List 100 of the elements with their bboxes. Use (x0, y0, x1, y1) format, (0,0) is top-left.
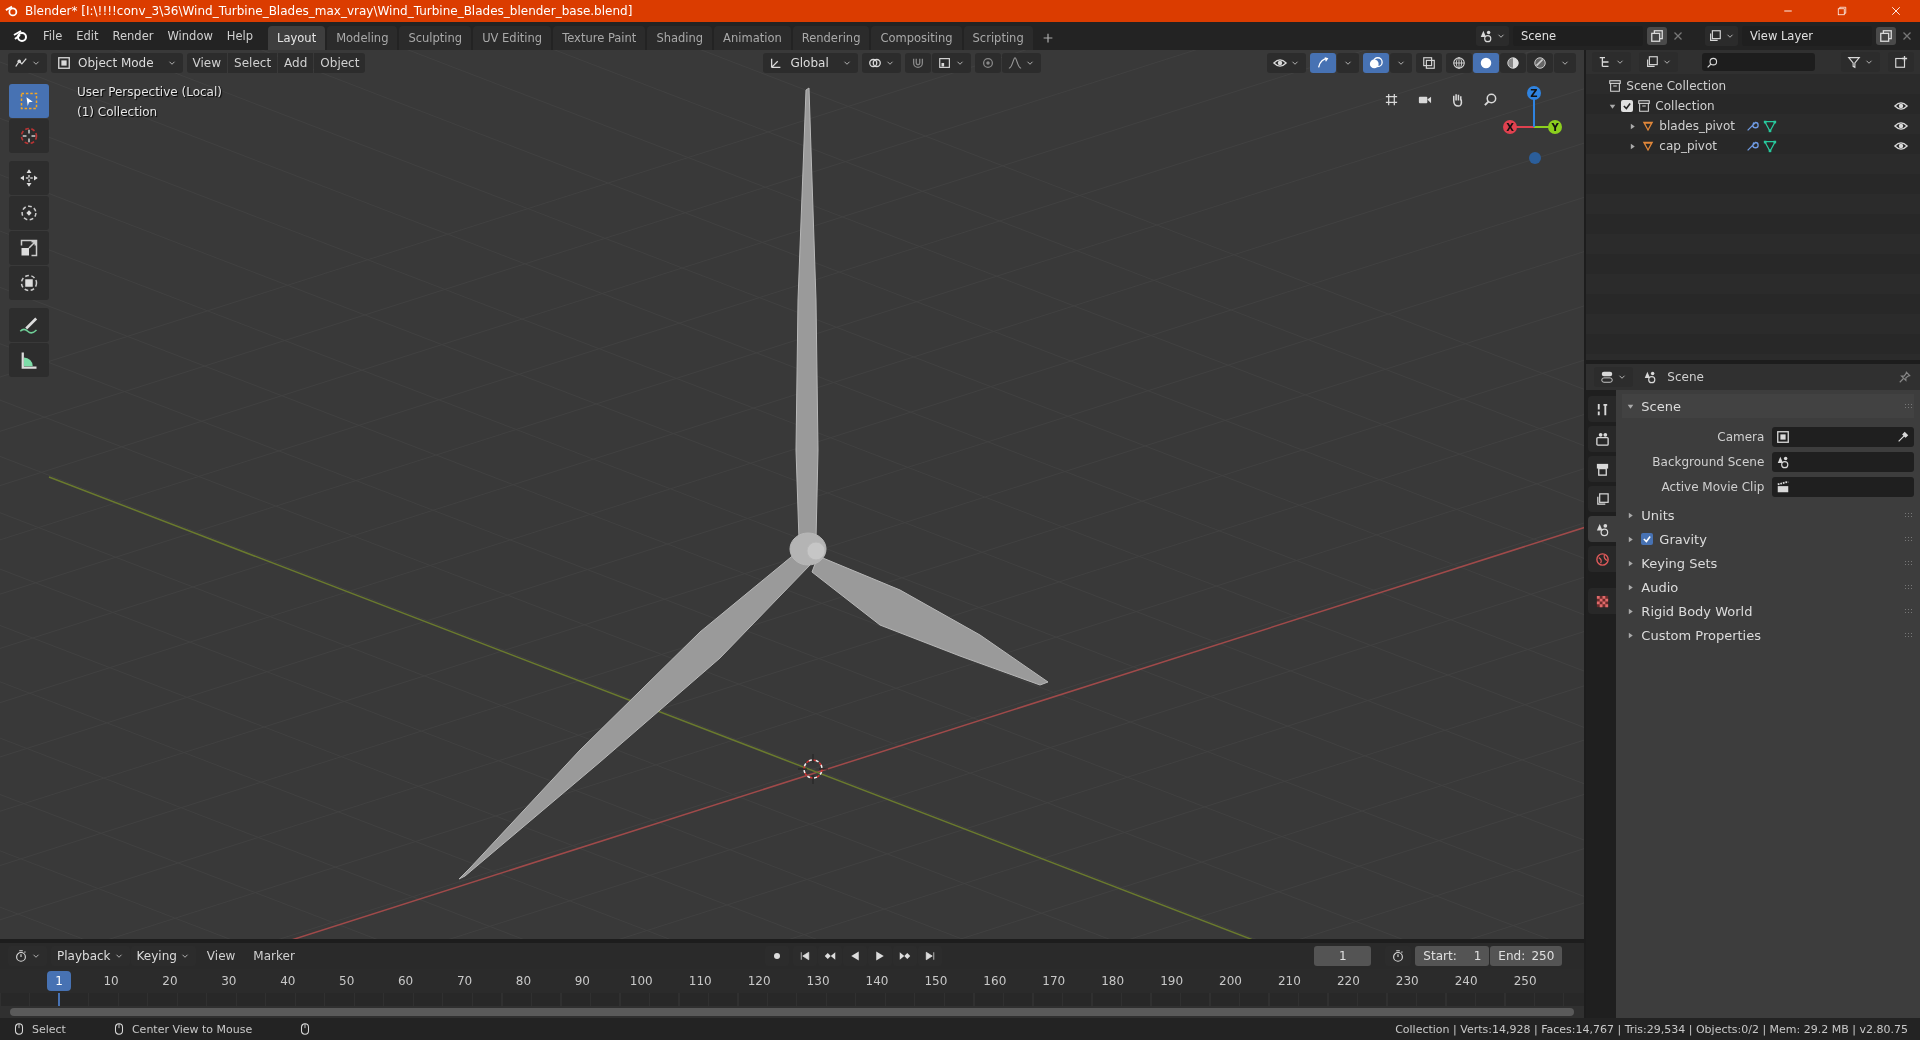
menu-item[interactable]: Object (314, 53, 366, 73)
search-field[interactable] (1702, 53, 1816, 71)
new-view-layer-button[interactable] (1876, 27, 1896, 45)
expand-arrow-icon[interactable] (1626, 534, 1636, 544)
negative-z-axis-handle[interactable] (1529, 152, 1541, 164)
visibility-dropdown[interactable] (1267, 53, 1307, 73)
start-frame-field[interactable]: Start: 1 (1415, 946, 1490, 966)
menu-item[interactable]: File (36, 26, 70, 46)
tool-button[interactable] (9, 196, 49, 230)
workspace-tab[interactable]: UV Editing (473, 26, 552, 50)
properties-tab[interactable] (1588, 426, 1617, 452)
current-frame-field[interactable]: 1 (1314, 946, 1372, 966)
orientation-dropdown[interactable]: Global (763, 53, 858, 73)
eye-icon[interactable] (1894, 99, 1908, 113)
expand-arrow-icon[interactable] (1626, 606, 1636, 616)
expand-arrow-icon[interactable] (1626, 582, 1636, 592)
menu-item[interactable]: Select (228, 53, 278, 73)
expand-arrow-icon[interactable] (1626, 510, 1636, 520)
shading-button[interactable] (1500, 53, 1527, 73)
scene-browse-button[interactable] (1476, 26, 1509, 46)
mesh-icon[interactable] (1763, 119, 1778, 133)
menu-item[interactable]: View (186, 53, 228, 73)
current-frame-marker[interactable]: 1 (47, 971, 71, 991)
workspace-tab[interactable]: Modeling (327, 26, 398, 50)
display-mode-dropdown[interactable] (1639, 52, 1679, 72)
tool-button[interactable] (9, 308, 49, 342)
menu-item[interactable]: Edit (69, 26, 106, 46)
tool-button[interactable] (9, 343, 49, 377)
workspace-tab[interactable]: Layout (268, 26, 326, 50)
camera-field[interactable] (1772, 426, 1914, 447)
workspace-tab[interactable]: Rendering (792, 26, 870, 50)
filter-dropdown[interactable] (1841, 52, 1880, 72)
workspace-tab[interactable]: Scripting (963, 26, 1033, 50)
clip-field[interactable] (1772, 476, 1914, 497)
x-axis-handle[interactable]: X (1503, 120, 1535, 134)
workspace-tab[interactable]: Shading (647, 26, 713, 50)
outliner-item[interactable]: Scene Collection (1626, 79, 1727, 93)
editor-type-button[interactable] (1594, 367, 1634, 387)
tool-button[interactable] (9, 231, 49, 265)
pivot-dropdown[interactable] (861, 53, 901, 73)
menu-item[interactable]: Add (278, 53, 314, 73)
panel-header[interactable]: Rigid Body World (1622, 599, 1914, 623)
panel-header[interactable]: Gravity (1622, 527, 1914, 551)
new-scene-button[interactable] (1647, 27, 1667, 45)
outliner-item[interactable]: Collection (1655, 99, 1715, 113)
editor-type-button[interactable] (8, 53, 47, 73)
workspace-tab[interactable]: Animation (714, 26, 791, 50)
properties-tab[interactable] (1588, 396, 1617, 422)
pin-icon[interactable] (1898, 370, 1912, 384)
expand-arrow-icon[interactable] (1626, 558, 1636, 568)
snap-target-dropdown[interactable] (931, 53, 971, 73)
tool-button[interactable] (9, 161, 49, 195)
timeline-scrollbar[interactable] (10, 1008, 1575, 1016)
panel-header[interactable]: Audio (1622, 575, 1914, 599)
panel-header[interactable]: Keying Sets (1622, 551, 1914, 575)
scene-field[interactable]: Scene (1513, 26, 1643, 46)
eye-icon[interactable] (1894, 139, 1908, 153)
falloff-dropdown[interactable] (1001, 53, 1041, 73)
scene-field[interactable] (1772, 451, 1914, 472)
menu-item[interactable]: Help (219, 26, 261, 46)
3d-viewport[interactable]: Object Mode View Select Add Object Global User Perspective (Local) (1) Collection X Y Z (0, 50, 1585, 939)
properties-tab[interactable] (1588, 486, 1617, 512)
workspace-tab[interactable]: Sculpting (399, 26, 472, 50)
shading-button[interactable] (1527, 53, 1554, 73)
menu-item[interactable]: Render (105, 26, 161, 46)
y-axis-handle[interactable]: Y (1533, 120, 1562, 134)
menu-item[interactable]: Window (160, 26, 220, 46)
xray-toggle[interactable] (1416, 53, 1443, 73)
editor-type-button[interactable] (1592, 52, 1632, 72)
view-layer-field[interactable]: View Layer (1742, 26, 1872, 46)
outliner-item[interactable]: blades_pivot (1659, 119, 1742, 133)
workspace-tab[interactable]: Texture Paint (553, 26, 646, 50)
overlay-toggle[interactable] (1363, 53, 1390, 73)
view-layer-browse-button[interactable] (1705, 26, 1738, 46)
properties-tab[interactable] (1588, 516, 1617, 542)
snap-toggle[interactable] (904, 53, 931, 73)
gravity-checkbox[interactable] (1641, 533, 1654, 545)
menu-item[interactable]: Marker (246, 946, 302, 966)
tool-button[interactable] (9, 266, 49, 300)
menu-item[interactable]: View (199, 946, 243, 966)
z-axis-handle[interactable]: Z (1527, 86, 1541, 128)
properties-tab[interactable] (1588, 588, 1617, 614)
outliner-item[interactable]: cap_pivot (1659, 139, 1742, 153)
eyedropper-icon[interactable] (1896, 429, 1910, 444)
eye-icon[interactable] (1894, 119, 1908, 133)
mesh-icon[interactable] (1763, 139, 1778, 153)
panel-header[interactable]: Custom Properties (1622, 623, 1914, 647)
workspace-tab[interactable]: Compositing (871, 26, 962, 50)
wrench-icon[interactable] (1745, 139, 1760, 153)
panel-header[interactable]: Units (1622, 503, 1914, 527)
proportional-edit-toggle[interactable] (974, 53, 1001, 73)
shading-button[interactable] (1446, 53, 1473, 73)
mode-dropdown[interactable]: Object Mode (51, 53, 183, 73)
exclude-checkbox[interactable] (1621, 100, 1634, 112)
end-frame-field[interactable]: End: 250 (1490, 946, 1563, 966)
shading-button[interactable] (1473, 53, 1500, 73)
wrench-icon[interactable] (1745, 119, 1760, 133)
gizmo-toggle[interactable] (1310, 53, 1337, 73)
properties-tab[interactable] (1588, 456, 1617, 482)
new-collection-button[interactable] (1888, 52, 1914, 72)
